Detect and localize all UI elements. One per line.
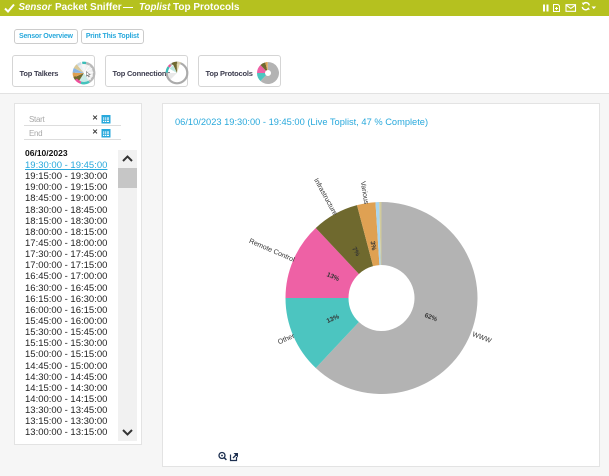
svg-text:Various: Various <box>359 181 370 206</box>
svg-text:Infrastructure: Infrastructure <box>312 177 338 217</box>
svg-text:Other: Other <box>277 333 296 347</box>
svg-text:WWW: WWW <box>471 331 492 345</box>
svg-text:Remote Control: Remote Control <box>248 238 296 264</box>
